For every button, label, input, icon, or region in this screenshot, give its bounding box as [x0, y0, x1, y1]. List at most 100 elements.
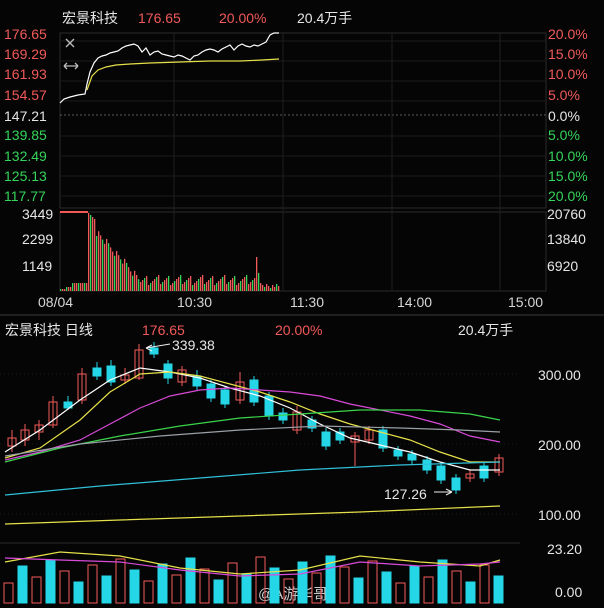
- candle-body: [220, 389, 230, 405]
- macd-bar: [129, 569, 140, 604]
- intraday-volume-bar: [156, 277, 158, 291]
- intraday-volume-bar: [148, 285, 150, 291]
- ma30-line: [4, 409, 501, 463]
- intraday-volume-bar: [158, 275, 160, 291]
- ma250-line: [4, 505, 501, 525]
- candle-body: [479, 465, 489, 479]
- intraday-volume-bar: [192, 285, 194, 291]
- intraday-volume-bar: [114, 255, 116, 291]
- intraday-volume-bar: [108, 243, 110, 291]
- intraday-volume-bar: [276, 284, 278, 291]
- intraday-volume-bar: [178, 277, 180, 291]
- intraday-volume-bar: [62, 289, 64, 291]
- intraday-volume-bar: [116, 251, 118, 291]
- intraday-volume-bar: [78, 283, 80, 291]
- intraday-volume-bar: [216, 283, 218, 291]
- intraday-volume-bar: [98, 231, 100, 291]
- candle-body: [206, 383, 216, 399]
- intraday-volume-bar: [166, 278, 168, 291]
- intraday-average-line: [86, 58, 280, 91]
- intraday-volume-bar: [254, 278, 256, 291]
- intraday-volume-bar: [84, 283, 86, 291]
- candle-body: [92, 367, 102, 377]
- intraday-volume-bar: [88, 213, 90, 291]
- intraday-volume-bar: [182, 284, 184, 291]
- intraday-volume-bar: [154, 279, 156, 291]
- intraday-volume-bar: [272, 285, 274, 291]
- macd-bar: [423, 576, 434, 604]
- intraday-volume-bar: [140, 282, 142, 291]
- intraday-volume-bar: [262, 285, 264, 291]
- intraday-volume-bar: [120, 259, 122, 291]
- intraday-volume-bar: [186, 280, 188, 291]
- intraday-volume-bar: [160, 284, 162, 291]
- intraday-volume-bar: [270, 288, 272, 291]
- macd-bar: [115, 558, 126, 604]
- intraday-volume-bar: [248, 284, 250, 291]
- candle-body: [422, 459, 432, 471]
- intraday-volume-bar: [196, 281, 198, 291]
- expand-icon: [63, 62, 79, 70]
- intraday-volume-bar: [68, 287, 70, 291]
- intraday-volume-bar: [242, 279, 244, 291]
- macd-bar: [409, 565, 420, 604]
- macd-bar: [87, 564, 98, 604]
- macd-bar: [283, 578, 294, 604]
- intraday-volume-bar: [174, 281, 176, 291]
- candle-body: [393, 449, 403, 457]
- macd-bar: [465, 581, 476, 604]
- macd-bar: [171, 574, 182, 604]
- intraday-volume-bar: [258, 273, 260, 291]
- intraday-volume-bar: [204, 284, 206, 291]
- intraday-volume-bar: [138, 279, 140, 291]
- intraday-volume-bar: [152, 281, 154, 291]
- intraday-volume-bar: [218, 281, 220, 291]
- intraday-volume-bar: [246, 275, 248, 291]
- macd-bar: [353, 577, 364, 604]
- intraday-volume-bar: [188, 278, 190, 291]
- intraday-volume-bar: [146, 276, 148, 291]
- intraday-volume-bar: [124, 258, 126, 291]
- macd-bar: [17, 565, 28, 604]
- intraday-volume-bar: [90, 215, 92, 291]
- candle-body: [321, 431, 331, 447]
- macd-bar: [367, 560, 378, 604]
- intraday-volume-bar: [112, 251, 114, 291]
- low-arrow: [434, 488, 453, 496]
- intraday-volume-bar: [100, 235, 102, 291]
- intraday-volume-bar: [130, 271, 132, 291]
- macd-bar: [339, 566, 350, 604]
- intraday-volume-bar: [94, 219, 96, 291]
- intraday-volume-bar: [134, 270, 136, 291]
- intraday-volume-bar: [104, 243, 106, 291]
- macd-bar: [31, 576, 42, 604]
- intraday-volume-bar: [72, 283, 74, 291]
- intraday-volume-bar: [184, 282, 186, 291]
- intraday-volume-bar: [206, 282, 208, 291]
- intraday-volume-bar: [64, 289, 66, 291]
- intraday-volume-bar: [212, 276, 214, 291]
- macd-bar: [479, 564, 490, 604]
- intraday-volume-bar: [238, 283, 240, 291]
- intraday-volume-bar: [278, 286, 280, 291]
- macd-bar: [269, 567, 280, 604]
- intraday-volume-bar: [200, 277, 202, 291]
- macd-bar: [157, 563, 168, 604]
- candle-body: [407, 453, 417, 461]
- macd-bar: [255, 556, 266, 604]
- intraday-volume-bar: [126, 263, 128, 291]
- macd-bar: [143, 580, 154, 604]
- macd-bar: [227, 562, 238, 604]
- intraday-volume-bar: [66, 287, 68, 291]
- intraday-volume-bar: [222, 277, 224, 291]
- intraday-volume-bar: [82, 283, 84, 291]
- intraday-volume-bar: [232, 278, 234, 291]
- macd-bar: [395, 582, 406, 604]
- intraday-volume-bar: [252, 280, 254, 291]
- candle-body: [436, 465, 446, 481]
- intraday-volume-bar: [106, 239, 108, 291]
- intraday-volume-bar: [268, 286, 270, 291]
- intraday-volume-bar: [80, 283, 82, 291]
- intraday-volume-bar: [228, 282, 230, 291]
- intraday-volume-bar: [118, 255, 120, 291]
